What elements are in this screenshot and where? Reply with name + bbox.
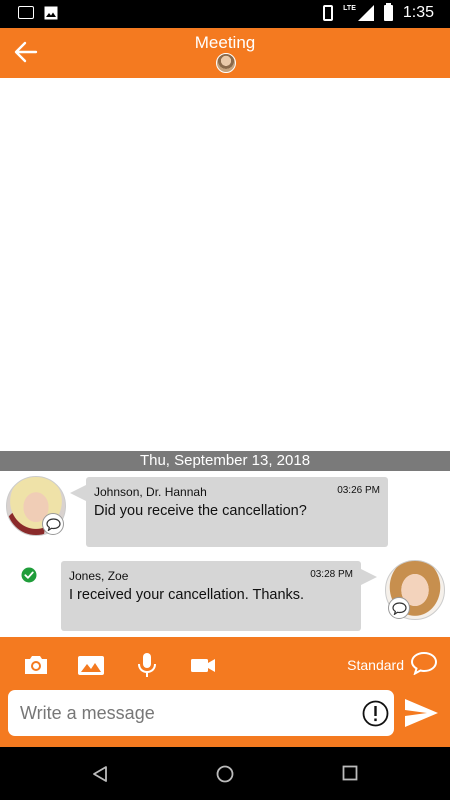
message-sender: Jones, Zoe <box>69 569 129 583</box>
status-time: 1:35 <box>402 4 434 21</box>
vibrate-icon <box>323 5 334 21</box>
read-check-icon <box>21 567 37 583</box>
image-icon <box>44 6 58 20</box>
status-left-icons <box>18 6 58 20</box>
app-header: Meeting <box>0 28 450 78</box>
notification-icon <box>18 6 34 19</box>
back-triangle-icon[interactable] <box>91 765 109 783</box>
message-input[interactable] <box>8 690 394 736</box>
exclamation-icon[interactable] <box>362 700 389 727</box>
signal-icon <box>357 5 374 21</box>
recents-square-icon[interactable] <box>342 765 358 781</box>
chat-area[interactable]: Thu, September 13, 2018 Johnson, Dr. Han… <box>0 78 450 637</box>
page-title: Meeting <box>194 33 256 52</box>
home-circle-icon[interactable] <box>216 765 234 783</box>
participant-avatar[interactable] <box>216 53 236 73</box>
chat-bubble-icon <box>388 597 410 619</box>
system-nav-bar <box>0 747 450 800</box>
gallery-icon[interactable] <box>77 651 105 679</box>
status-bar: LTE 1:35 <box>0 0 450 28</box>
chat-bubble-icon <box>42 513 64 535</box>
message-time: 03:26 PM <box>337 485 380 496</box>
video-icon[interactable] <box>189 651 217 679</box>
message-text: Did you receive the cancellation? <box>94 503 307 519</box>
status-right-icons: LTE 1:35 <box>323 3 434 22</box>
message-bubble[interactable]: Jones, Zoe 03:28 PM I received your canc… <box>61 561 377 631</box>
microphone-icon[interactable] <box>133 651 161 679</box>
message-text: I received your cancellation. Thanks. <box>69 587 305 603</box>
battery-icon <box>383 3 393 21</box>
message-bubble[interactable]: Johnson, Dr. Hannah 03:26 PM Did you rec… <box>70 477 388 547</box>
priority-label[interactable]: Standard <box>347 657 404 673</box>
compose-bar: Standard <box>0 637 450 747</box>
message-time: 03:28 PM <box>310 569 353 580</box>
camera-icon[interactable] <box>22 651 50 679</box>
send-icon[interactable] <box>403 697 439 729</box>
message-sender: Johnson, Dr. Hannah <box>94 485 207 499</box>
date-separator: Thu, September 13, 2018 <box>0 451 450 471</box>
chat-bubble-icon[interactable] <box>410 651 438 675</box>
network-type: LTE <box>343 4 356 12</box>
